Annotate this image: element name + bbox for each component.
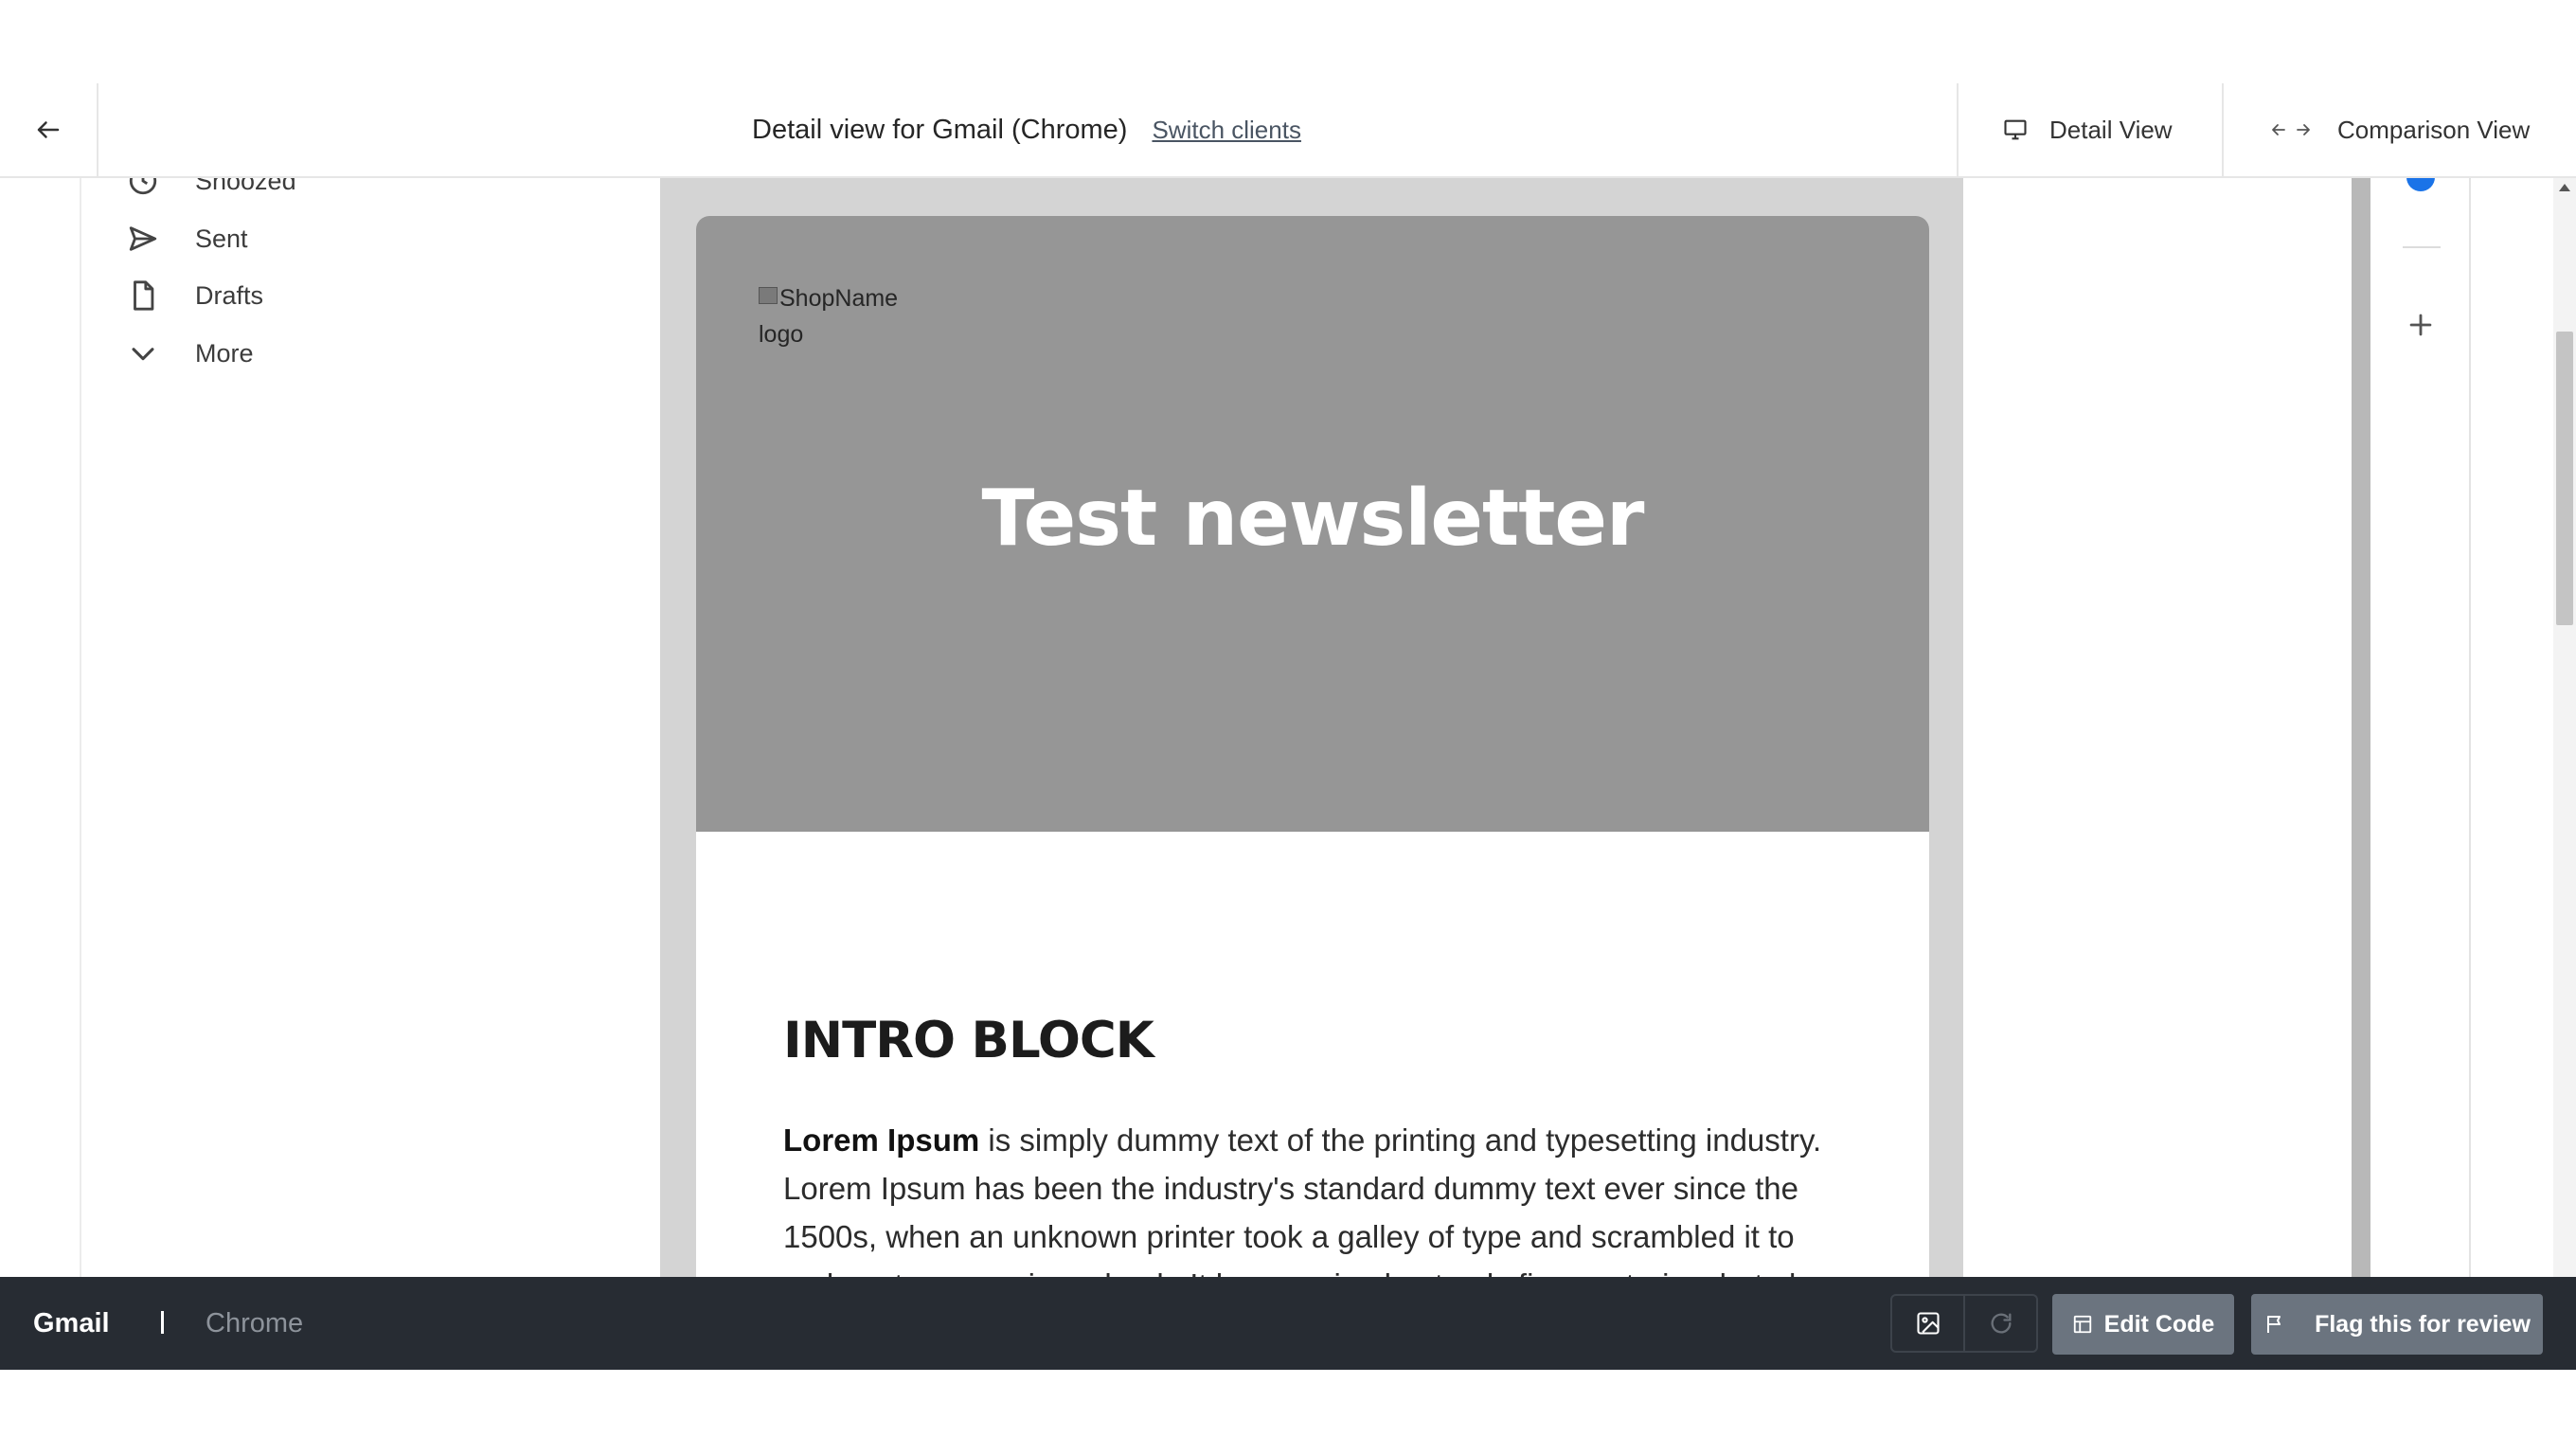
bottom-toolbar: Gmail Chrome Edit Code Flag this for rev…	[0, 1277, 2576, 1370]
clock-icon	[129, 176, 157, 195]
broken-image-icon	[759, 287, 778, 304]
edit-code-button[interactable]: Edit Code	[2052, 1294, 2234, 1355]
scroll-up-arrow-icon[interactable]	[2559, 184, 2570, 191]
email-hero: ShopName logo Test newsletter	[696, 216, 1929, 832]
gmail-right-panel	[1963, 176, 2352, 1277]
sidebar-item-sent[interactable]: Sent	[127, 215, 248, 262]
browser-name: Chrome	[206, 1307, 304, 1338]
monitor-icon	[2004, 119, 2027, 140]
header-title-area: Detail view for Gmail (Chrome) Switch cl…	[98, 83, 1955, 176]
top-header: Detail view for Gmail (Chrome) Switch cl…	[0, 83, 2576, 178]
comparison-view-button[interactable]: Comparison View	[2222, 83, 2576, 176]
sidebar-item-label: Sent	[195, 224, 248, 253]
refresh-icon	[1991, 1313, 2011, 1334]
intro-heading: INTRO BLOCK	[783, 1012, 1154, 1069]
intro-bold-text: Lorem Ipsum	[783, 1123, 980, 1158]
hero-title: Test newsletter	[981, 474, 1645, 564]
flag-icon	[2267, 1316, 2281, 1333]
sidebar-item-label: Drafts	[195, 280, 264, 310]
sidebar-item-drafts[interactable]: Drafts	[127, 272, 263, 319]
scrollbar-thumb[interactable]	[2556, 332, 2573, 625]
sidebar-item-label: More	[195, 338, 254, 368]
image-icon	[1916, 1312, 1940, 1335]
intro-paragraph: Lorem Ipsum is simply dummy text of the …	[783, 1116, 1853, 1277]
sidebar-item-snoozed[interactable]: Snoozed	[127, 176, 296, 205]
flag-label: Flag this for review	[2315, 1310, 2531, 1338]
detail-view-label: Detail View	[2049, 115, 2173, 144]
page-title: Detail view for Gmail (Chrome)	[752, 114, 1128, 145]
rail-divider	[2403, 246, 2441, 248]
toolbar-icon-group	[1890, 1294, 2038, 1353]
flag-for-review-button[interactable]: Flag this for review	[2251, 1294, 2543, 1355]
gmail-sidebar: Snoozed Sent Drafts More	[81, 176, 659, 1277]
switch-clients-link[interactable]: Switch clients	[1152, 116, 1301, 145]
comparison-view-label: Comparison View	[2337, 115, 2531, 144]
logo-alt-text: ShopName logo	[759, 285, 899, 348]
sidebar-item-more[interactable]: More	[127, 330, 254, 377]
page-scrollbar[interactable]	[2553, 176, 2576, 1277]
email-body: ShopName logo Test newsletter INTRO BLOC…	[696, 216, 1929, 1277]
client-separator	[161, 1311, 164, 1334]
addon-side-rail	[2370, 167, 2471, 1277]
detail-view-button[interactable]: Detail View	[1957, 83, 2220, 176]
back-button[interactable]	[0, 83, 98, 176]
send-icon	[129, 226, 157, 251]
file-icon	[134, 280, 154, 311]
code-window-icon	[2073, 1315, 2091, 1334]
client-name: Gmail	[33, 1307, 110, 1338]
chevron-down-icon	[132, 348, 154, 361]
broken-logo-image: ShopName logo	[759, 280, 901, 352]
image-toggle-button[interactable]	[1892, 1296, 1963, 1351]
arrow-left-icon	[37, 121, 60, 138]
refresh-button[interactable]	[1963, 1296, 2036, 1351]
edit-code-label: Edit Code	[2103, 1310, 2215, 1338]
plus-icon[interactable]	[2405, 309, 2437, 341]
arrows-left-right-icon	[2272, 124, 2310, 135]
gmail-scrollbar[interactable]	[2352, 176, 2370, 1277]
sidebar-item-label: Snoozed	[195, 176, 296, 195]
